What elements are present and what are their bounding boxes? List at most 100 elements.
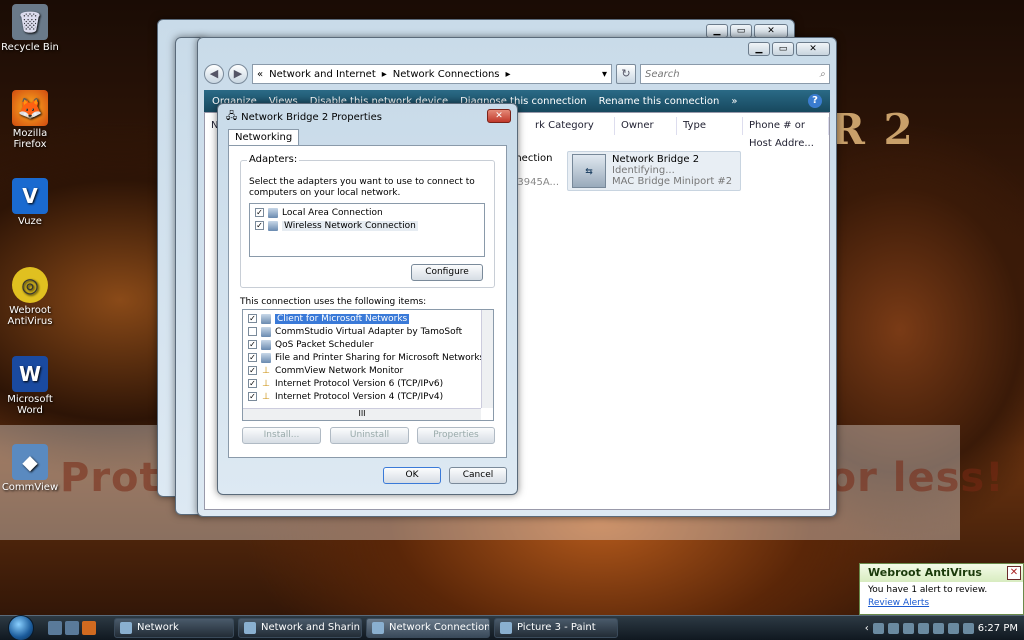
dialog-title-bar: 🖧 Network Bridge 2 Properties <box>226 109 382 126</box>
desktop-icon-vuze[interactable]: V Vuze <box>0 178 60 227</box>
item-checkbox[interactable]: ✓ <box>248 340 257 349</box>
close-icon[interactable]: ✕ <box>1007 566 1021 580</box>
maximize-icon[interactable]: ▭ <box>772 42 794 56</box>
adapter-checkbox[interactable]: ✓ <box>255 221 264 230</box>
item-checkbox[interactable] <box>248 327 257 336</box>
item-device: MAC Bridge Miniport #2 <box>612 176 733 187</box>
close-icon[interactable]: ✕ <box>796 42 830 56</box>
tray-icon[interactable] <box>917 622 929 634</box>
ok-button[interactable]: OK <box>383 467 441 484</box>
list-item[interactable]: ✓ Client for Microsoft Networks <box>243 312 493 325</box>
cancel-button[interactable]: Cancel <box>449 467 507 484</box>
tab-networking[interactable]: Networking <box>228 129 300 146</box>
system-tray: ‹ 6:27 PM <box>865 622 1018 634</box>
minimize-icon[interactable]: ▁ <box>748 42 770 56</box>
help-icon[interactable]: ? <box>808 94 822 108</box>
task-network[interactable]: Network <box>114 618 234 638</box>
column-phone-host[interactable]: Phone # or Host Addre... <box>743 117 829 149</box>
adapters-group: Select the adapters you want to use to c… <box>240 160 495 288</box>
tray-icon[interactable] <box>872 622 884 634</box>
install-button[interactable]: Install... <box>242 427 321 444</box>
item-checkbox[interactable]: ✓ <box>248 314 257 323</box>
address-bar[interactable]: « Network and Internet ▸ Network Connect… <box>252 64 612 84</box>
volume-icon[interactable] <box>962 622 974 634</box>
adapter-label: Local Area Connection <box>282 207 383 218</box>
taskbar: Network Network and Sharin... Network Co… <box>0 615 1024 640</box>
commview-icon: ◆ <box>12 444 48 480</box>
forward-button[interactable]: ▶ <box>228 64 248 84</box>
chevron-down-icon[interactable]: ▾ <box>602 69 607 80</box>
maximize-icon[interactable]: ▭ <box>730 24 752 38</box>
tray-chevron-icon[interactable]: ‹ <box>865 623 869 634</box>
desktop-icon-word[interactable]: W Microsoft Word <box>0 356 60 416</box>
vertical-scrollbar[interactable] <box>481 310 493 408</box>
firefox-icon[interactable] <box>82 621 96 635</box>
desktop-icon-recycle-bin[interactable]: 🗑 Recycle Bin <box>0 4 60 53</box>
adapters-instruction: Select the adapters you want to use to c… <box>249 177 475 198</box>
close-icon[interactable]: ✕ <box>754 24 788 38</box>
list-item[interactable]: ✓ QoS Packet Scheduler <box>243 338 493 351</box>
wallpaper-logo: R 2 <box>830 105 915 154</box>
desktop-icon-label: Webroot AntiVirus <box>7 305 53 327</box>
properties-button[interactable]: Properties <box>417 427 495 444</box>
list-item[interactable]: CommStudio Virtual Adapter by TamoSoft <box>243 325 493 338</box>
item-checkbox[interactable]: ✓ <box>248 379 257 388</box>
uninstall-button[interactable]: Uninstall <box>330 427 409 444</box>
switch-windows-icon[interactable] <box>65 621 79 635</box>
network-icon: 🖧 <box>226 111 238 122</box>
close-icon[interactable]: ✕ <box>487 109 511 123</box>
list-item[interactable]: ✓ ⊥ Internet Protocol Version 4 (TCP/IPv… <box>243 390 493 403</box>
column-type[interactable]: Type <box>677 117 743 135</box>
tray-icon[interactable] <box>902 622 914 634</box>
list-item[interactable]: ✓ ⊥ Internet Protocol Version 6 (TCP/IPv… <box>243 377 493 390</box>
adapter-checkbox[interactable]: ✓ <box>255 208 264 217</box>
clock[interactable]: 6:27 PM <box>978 623 1018 634</box>
item-label: Internet Protocol Version 6 (TCP/IPv6) <box>275 378 444 389</box>
task-paint[interactable]: Picture 3 - Paint <box>494 618 618 638</box>
folder-icon: « <box>257 68 264 80</box>
search-icon[interactable]: ⌕ <box>819 69 825 80</box>
configure-button[interactable]: Configure <box>411 264 483 281</box>
item-checkbox[interactable]: ✓ <box>248 353 257 362</box>
task-network-connections[interactable]: Network Connections <box>366 618 490 638</box>
properties-dialog[interactable]: 🖧 Network Bridge 2 Properties ✕ Networki… <box>217 103 518 495</box>
adapters-list[interactable]: ✓ Local Area Connection ✓ Wireless Netwo… <box>249 203 485 257</box>
desktop-icon-webroot[interactable]: ◎ Webroot AntiVirus <box>0 267 60 327</box>
vuze-icon: V <box>12 178 48 214</box>
tray-icon[interactable] <box>887 622 899 634</box>
list-item[interactable]: ✓ Wireless Network Connection <box>250 219 484 232</box>
chevron-right-icon[interactable]: ▸ <box>506 69 511 80</box>
list-item[interactable]: ✓ File and Printer Sharing for Microsoft… <box>243 351 493 364</box>
item-checkbox[interactable]: ✓ <box>248 392 257 401</box>
search-placeholder: Search <box>645 68 680 80</box>
networking-panel: Select the adapters you want to use to c… <box>228 145 507 458</box>
minimize-icon[interactable]: ▁ <box>706 24 728 38</box>
refresh-button[interactable]: ↻ <box>616 64 636 84</box>
more-chevron-icon[interactable]: » <box>731 96 737 107</box>
network-tray-icon[interactable] <box>947 622 959 634</box>
task-network-sharing[interactable]: Network and Sharin... <box>238 618 362 638</box>
desktop-icon-commview[interactable]: ◆ CommView <box>0 444 60 493</box>
breadcrumb-network-connections[interactable]: Network Connections <box>393 69 500 80</box>
horizontal-scrollbar[interactable]: III <box>243 408 481 420</box>
review-alerts-link[interactable]: Review Alerts <box>860 598 1023 608</box>
items-list[interactable]: ✓ Client for Microsoft Networks CommStud… <box>242 309 494 421</box>
webroot-notification[interactable]: Webroot AntiVirus ✕ You have 1 alert to … <box>859 563 1024 615</box>
rename-button[interactable]: Rename this connection <box>599 96 720 107</box>
search-input[interactable]: Search ⌕ <box>640 64 830 84</box>
list-item[interactable]: ✓ Local Area Connection <box>250 206 484 219</box>
item-label: QoS Packet Scheduler <box>275 339 374 350</box>
show-desktop-icon[interactable] <box>48 621 62 635</box>
breadcrumb-network-internet[interactable]: Network and Internet <box>269 69 376 80</box>
network-bridge-item[interactable]: ⇆ Network Bridge 2 Identifying... MAC Br… <box>567 151 741 191</box>
list-item[interactable]: ✓ ⊥ CommView Network Monitor <box>243 364 493 377</box>
chevron-right-icon[interactable]: ▸ <box>382 69 387 80</box>
item-label: Internet Protocol Version 4 (TCP/IPv4) <box>275 391 444 402</box>
back-button[interactable]: ◀ <box>204 64 224 84</box>
item-checkbox[interactable]: ✓ <box>248 366 257 375</box>
quick-launch <box>48 621 96 635</box>
column-owner[interactable]: Owner <box>615 117 677 135</box>
start-button[interactable] <box>8 615 34 640</box>
desktop-icon-firefox[interactable]: 🦊 Mozilla Firefox <box>0 90 60 150</box>
tray-icon[interactable] <box>932 622 944 634</box>
